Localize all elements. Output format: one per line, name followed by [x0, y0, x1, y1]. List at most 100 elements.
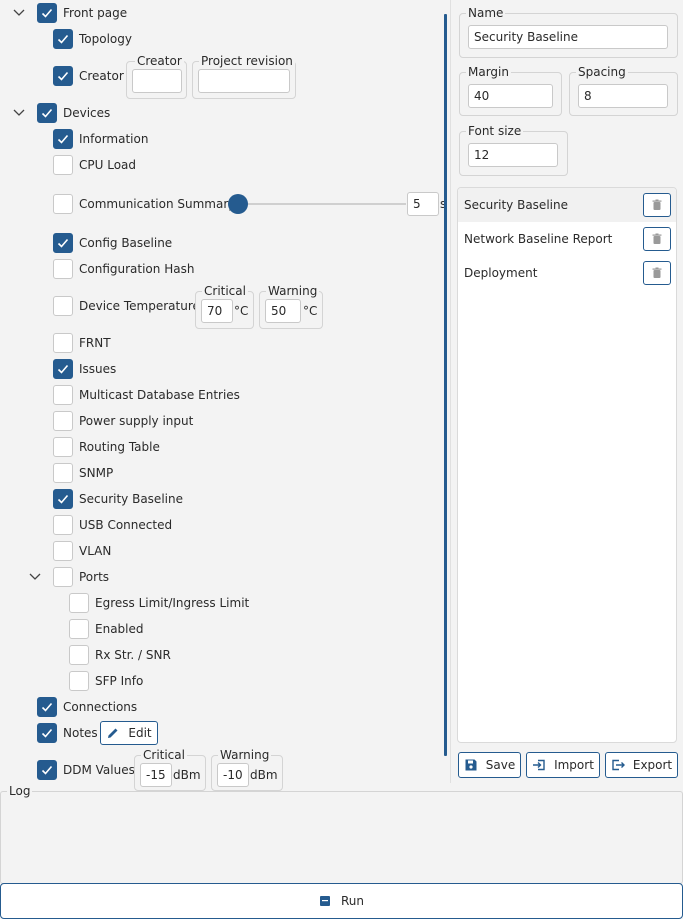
- tree-item-vlan[interactable]: VLAN: [53, 540, 111, 562]
- unit-label: dBm: [250, 768, 278, 782]
- tree-item-front-page[interactable]: Front page: [37, 2, 127, 24]
- tree-item-cpu-load[interactable]: CPU Load: [53, 154, 136, 176]
- check-icon: [57, 34, 69, 44]
- tree-item-creator[interactable]: Creator: [53, 65, 124, 87]
- check-icon: [41, 765, 53, 775]
- checkbox[interactable]: [53, 129, 73, 149]
- tree-item-label: Issues: [79, 362, 117, 376]
- checkbox[interactable]: [37, 760, 57, 780]
- checkbox[interactable]: [53, 541, 73, 561]
- unit-label: °C: [303, 304, 318, 318]
- checkbox[interactable]: [53, 233, 73, 253]
- margin-input[interactable]: 40: [468, 84, 553, 108]
- check-icon: [41, 8, 53, 18]
- warning-input[interactable]: 50: [265, 299, 301, 323]
- list-item[interactable]: Network Baseline Report: [458, 222, 676, 256]
- checkbox[interactable]: [53, 463, 73, 483]
- slider-track[interactable]: [238, 203, 406, 205]
- tree-item-issues[interactable]: Issues: [53, 358, 116, 380]
- checkbox[interactable]: [53, 359, 73, 379]
- tree-item-enabled[interactable]: Enabled: [69, 618, 144, 640]
- tree-item-devices[interactable]: Devices: [37, 102, 110, 124]
- checkbox[interactable]: [69, 619, 89, 639]
- list-item[interactable]: Security Baseline: [458, 188, 676, 222]
- tree-item-configuration-hash[interactable]: Configuration Hash: [53, 258, 194, 280]
- tree-item-snmp[interactable]: SNMP: [53, 462, 113, 484]
- creator-input[interactable]: [132, 69, 182, 93]
- check-icon: [41, 728, 53, 738]
- run-button[interactable]: Run: [0, 883, 683, 919]
- checkbox[interactable]: [37, 3, 57, 23]
- group-title: Warning: [266, 284, 320, 298]
- tree-item-config-baseline[interactable]: Config Baseline: [53, 232, 172, 254]
- edit-notes-button[interactable]: Edit: [100, 721, 158, 745]
- tree-item-topology[interactable]: Topology: [53, 28, 132, 50]
- chevron-down-icon[interactable]: [12, 106, 26, 120]
- save-button[interactable]: Save: [458, 752, 521, 778]
- tree-item-security-baseline[interactable]: Security Baseline: [53, 488, 183, 510]
- checkbox[interactable]: [53, 194, 73, 214]
- delete-button[interactable]: [643, 261, 671, 285]
- chevron-down-icon[interactable]: [12, 6, 26, 20]
- checkbox[interactable]: [53, 437, 73, 457]
- font-size-input[interactable]: 12: [468, 143, 558, 167]
- project-revision-input[interactable]: [198, 69, 290, 93]
- checkbox[interactable]: [53, 333, 73, 353]
- ddm-critical-input[interactable]: -15: [140, 763, 172, 787]
- tree-scrollbar[interactable]: [444, 14, 447, 756]
- tree-item-label: Communication Summary: [79, 197, 236, 211]
- ddm-warning-input[interactable]: -10: [217, 763, 249, 787]
- check-icon: [57, 71, 69, 81]
- export-button[interactable]: Export: [605, 752, 678, 778]
- name-input[interactable]: Security Baseline: [468, 25, 668, 49]
- group-title: Critical: [202, 284, 248, 298]
- tree-item-label: SNMP: [79, 466, 114, 480]
- tree-item-routing-table[interactable]: Routing Table: [53, 436, 160, 458]
- import-icon: [533, 759, 545, 771]
- tree-item-power-supply[interactable]: Power supply input: [53, 410, 193, 432]
- tree-item-multicast[interactable]: Multicast Database Entries: [53, 384, 240, 406]
- tree-item-rx-str[interactable]: Rx Str. / SNR: [69, 644, 171, 666]
- group-title: Warning: [218, 748, 272, 762]
- tree-item-label: Egress Limit/Ingress Limit: [95, 596, 250, 610]
- checkbox[interactable]: [37, 697, 57, 717]
- tree-item-egress-limit[interactable]: Egress Limit/Ingress Limit: [69, 592, 249, 614]
- check-icon: [57, 364, 69, 374]
- checkbox[interactable]: [53, 411, 73, 431]
- slider-thumb[interactable]: [228, 194, 248, 214]
- spacing-input[interactable]: 8: [578, 84, 668, 108]
- checkbox[interactable]: [53, 296, 73, 316]
- tree-item-ports[interactable]: Ports: [53, 566, 109, 588]
- checkbox[interactable]: [53, 29, 73, 49]
- report-name: Deployment: [464, 266, 538, 280]
- tree-item-information[interactable]: Information: [53, 128, 148, 150]
- checkbox[interactable]: [53, 489, 73, 509]
- checkbox[interactable]: [53, 155, 73, 175]
- tree-item-notes[interactable]: Notes: [37, 722, 98, 744]
- checkbox[interactable]: [69, 593, 89, 613]
- tree-item-usb-connected[interactable]: USB Connected: [53, 514, 172, 536]
- checkbox[interactable]: [53, 567, 73, 587]
- tree-item-ddm-values[interactable]: DDM Values: [37, 759, 135, 781]
- checkbox[interactable]: [37, 103, 57, 123]
- checkbox[interactable]: [37, 723, 57, 743]
- delete-button[interactable]: [643, 193, 671, 217]
- tree-item-label: SFP Info: [95, 674, 144, 688]
- critical-input[interactable]: 70: [201, 299, 233, 323]
- checkbox[interactable]: [53, 385, 73, 405]
- checkbox[interactable]: [53, 259, 73, 279]
- checkbox[interactable]: [69, 645, 89, 665]
- tree-item-communication-summary[interactable]: Communication Summary: [53, 193, 235, 215]
- import-button[interactable]: Import: [526, 752, 600, 778]
- list-item[interactable]: Deployment: [458, 256, 676, 290]
- tree-item-frnt[interactable]: FRNT: [53, 332, 111, 354]
- tree-item-connections[interactable]: Connections: [37, 696, 137, 718]
- tree-item-sfp-info[interactable]: SFP Info: [69, 670, 143, 692]
- checkbox[interactable]: [69, 671, 89, 691]
- checkbox[interactable]: [53, 66, 73, 86]
- slider-value-input[interactable]: 5: [407, 192, 439, 216]
- chevron-down-icon[interactable]: [28, 570, 42, 584]
- delete-button[interactable]: [643, 227, 671, 251]
- checkbox[interactable]: [53, 515, 73, 535]
- tree-item-device-temperature[interactable]: Device Temperature: [53, 295, 200, 317]
